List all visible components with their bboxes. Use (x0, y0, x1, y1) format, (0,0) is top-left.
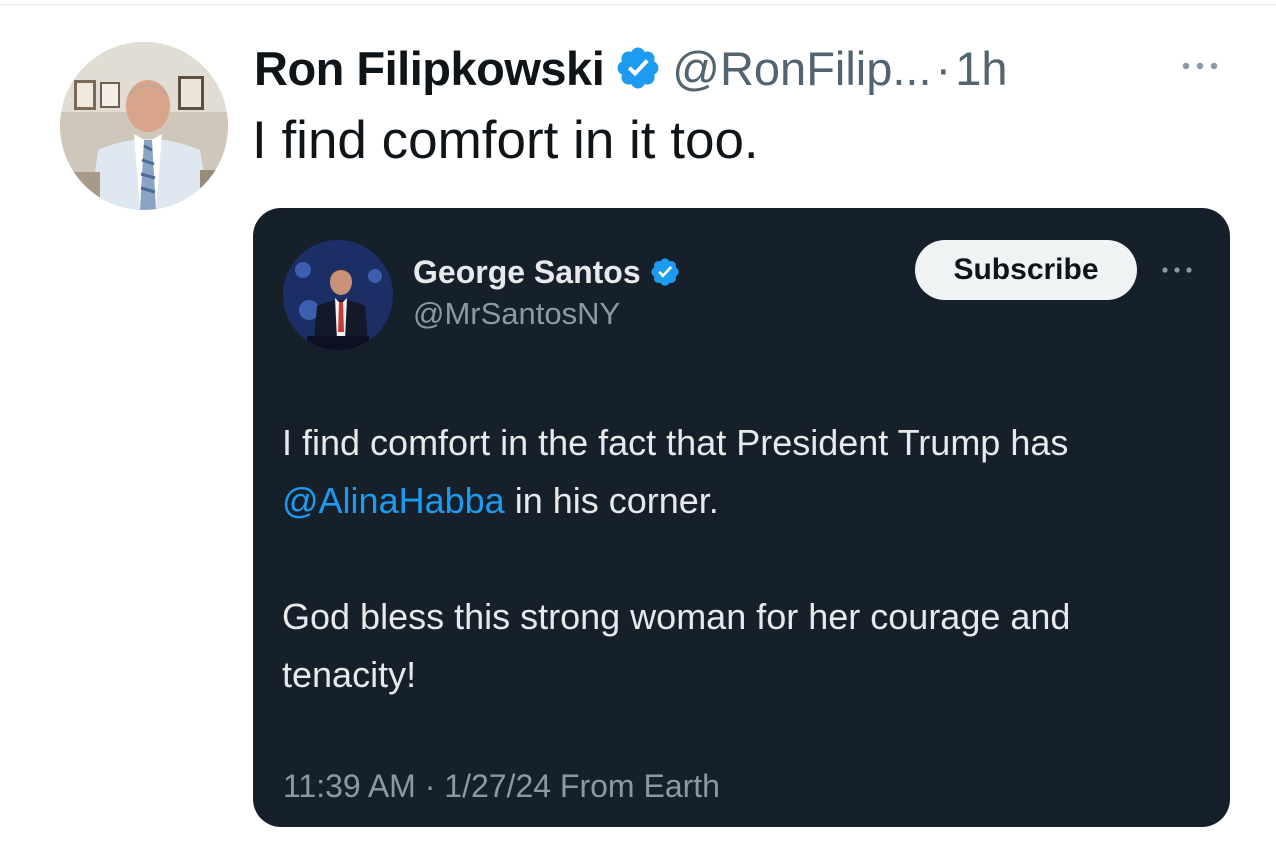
author-display-name[interactable]: Ron Filipkowski (254, 41, 605, 96)
author-avatar[interactable] (60, 42, 228, 210)
separator-dot: · (935, 41, 952, 95)
more-horizontal-icon[interactable] (1176, 54, 1224, 78)
quoted-author-display-name[interactable]: George Santos (413, 254, 641, 291)
top-divider (0, 4, 1276, 5)
quoted-more-horizontal-icon[interactable] (1157, 260, 1197, 280)
quoted-post-paragraph-2: God bless this strong woman for her cour… (282, 596, 1071, 695)
subscribe-button[interactable]: Subscribe (915, 240, 1137, 300)
post-header: Ron Filipkowski @RonFilip... · 1h (254, 36, 1007, 100)
author-handle[interactable]: @RonFilip... (672, 41, 931, 96)
quoted-author-handle[interactable]: @MrSantosNY (413, 296, 620, 332)
quoted-post-text-segment: in his corner. (504, 480, 719, 521)
quoted-author-avatar-image (283, 240, 393, 350)
mention-link[interactable]: @AlinaHabba (282, 480, 505, 521)
post-timestamp[interactable]: 1h (955, 41, 1007, 96)
author-avatar-image (60, 42, 228, 210)
quoted-post-card[interactable]: George Santos @MrSantosNY Subscribe I fi… (253, 208, 1230, 827)
quoted-author-avatar[interactable] (283, 240, 393, 350)
post-text: I find comfort in it too. (252, 111, 759, 170)
quoted-post-meta[interactable]: 11:39 AM · 1/27/24 From Earth (283, 768, 720, 805)
quoted-post-text-segment: I find comfort in the fact that Presiden… (282, 422, 1069, 463)
quoted-author-name-row: George Santos (413, 252, 681, 292)
verified-badge-icon (617, 47, 659, 89)
quoted-post-paragraph-1: I find comfort in the fact that Presiden… (282, 414, 1202, 530)
quoted-post-body: I find comfort in the fact that Presiden… (282, 414, 1202, 704)
quoted-verified-badge-icon (650, 258, 679, 286)
